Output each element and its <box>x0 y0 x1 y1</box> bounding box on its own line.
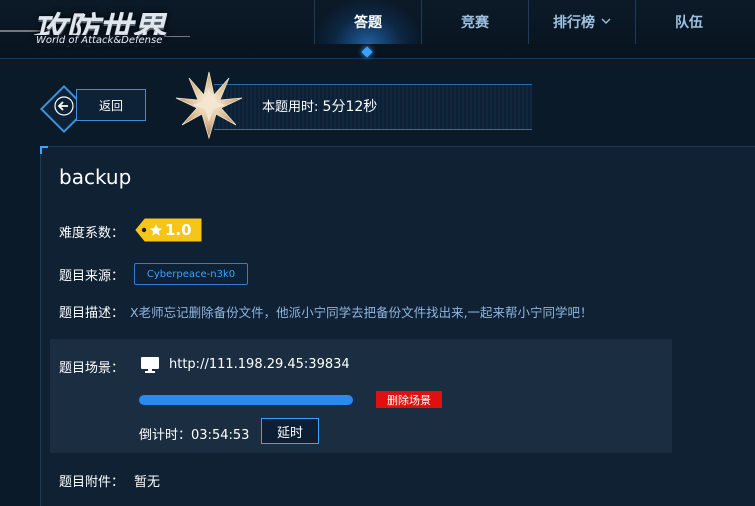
scene-progress-bar <box>139 395 357 405</box>
delete-scene-button[interactable]: 删除场景 <box>376 391 442 408</box>
chevron-down-icon <box>601 17 611 28</box>
nav-item-answer[interactable]: 答题 <box>315 0 421 58</box>
difficulty-tag: 1.0 <box>135 218 203 242</box>
nav-item-label: 队伍 <box>675 15 703 31</box>
challenge-title: backup <box>59 165 132 189</box>
site-logo[interactable]: 攻防世界 World of Attack&Defense <box>0 0 200 50</box>
attachment-value: 暂无 <box>134 475 161 490</box>
scene-label: 题目场景： <box>59 361 125 376</box>
progress-fill <box>139 395 353 405</box>
extend-time-button[interactable]: 延时 <box>261 418 319 444</box>
logo-subtitle: World of Attack&Defense <box>34 35 165 46</box>
active-indicator <box>361 46 373 58</box>
nav-item-competition[interactable]: 竞赛 <box>422 0 528 44</box>
timer-label: 本题用时: <box>262 100 319 115</box>
scene-url[interactable]: http://111.198.29.45:39834 <box>169 357 350 372</box>
back-arrow-icon[interactable] <box>52 94 76 118</box>
main-nav: 答题 竞赛 排行榜 队伍 <box>314 0 742 58</box>
back-button[interactable]: 返回 <box>76 89 146 121</box>
top-nav-bar: 攻防世界 World of Attack&Defense 答题 竞赛 排行榜 队… <box>0 0 755 59</box>
nav-item-team[interactable]: 队伍 <box>636 0 742 44</box>
timer-value: 5分12秒 <box>322 99 378 115</box>
description-text: X老师忘记删除备份文件，他派小宁同学去把备份文件找出来,一起来帮小宁同学吧！ <box>130 305 593 320</box>
source-tag[interactable]: Cyberpeace-n3k0 <box>134 263 248 285</box>
nav-item-label: 排行榜 <box>553 15 595 31</box>
medal-star-icon <box>174 70 244 140</box>
nav-item-label: 竞赛 <box>461 15 489 31</box>
nav-item-label: 答题 <box>354 15 382 31</box>
countdown-label: 倒计时： <box>139 428 192 443</box>
nav-item-ranking[interactable]: 排行榜 <box>529 0 635 44</box>
source-label: 题目来源： <box>59 269 125 284</box>
card-corner-decoration <box>40 146 48 154</box>
countdown-value: 03:54:53 <box>191 428 250 443</box>
description-label: 题目描述： <box>59 306 125 321</box>
difficulty-value: 1.0 <box>165 221 192 239</box>
attachment-label: 题目附件： <box>59 475 125 490</box>
timer-display: 本题用时: 5分12秒 <box>262 96 377 116</box>
countdown: 倒计时：03:54:53 <box>139 424 249 443</box>
difficulty-label: 难度系数： <box>59 226 125 241</box>
monitor-icon <box>140 356 160 374</box>
